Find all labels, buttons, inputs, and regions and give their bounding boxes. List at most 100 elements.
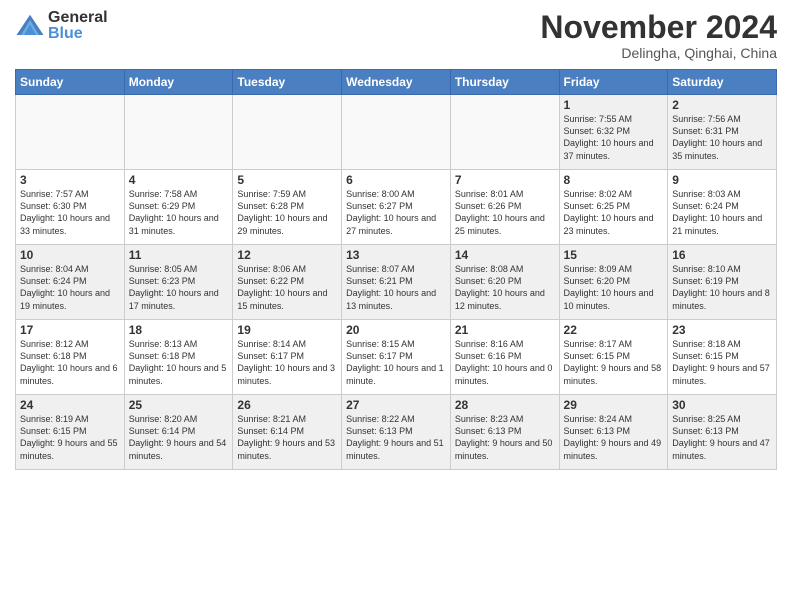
- calendar-cell: 10Sunrise: 8:04 AM Sunset: 6:24 PM Dayli…: [16, 245, 125, 320]
- day-number: 21: [455, 323, 555, 337]
- col-friday: Friday: [559, 70, 668, 95]
- day-info: Sunrise: 8:02 AM Sunset: 6:25 PM Dayligh…: [564, 188, 664, 237]
- day-number: 10: [20, 248, 120, 262]
- title-block: November 2024 Delingha, Qinghai, China: [540, 10, 777, 61]
- calendar-cell: 6Sunrise: 8:00 AM Sunset: 6:27 PM Daylig…: [342, 170, 451, 245]
- calendar-week-3: 10Sunrise: 8:04 AM Sunset: 6:24 PM Dayli…: [16, 245, 777, 320]
- day-number: 26: [237, 398, 337, 412]
- day-info: Sunrise: 8:21 AM Sunset: 6:14 PM Dayligh…: [237, 413, 337, 462]
- day-number: 24: [20, 398, 120, 412]
- col-tuesday: Tuesday: [233, 70, 342, 95]
- calendar-cell: 21Sunrise: 8:16 AM Sunset: 6:16 PM Dayli…: [450, 320, 559, 395]
- day-number: 13: [346, 248, 446, 262]
- day-number: 14: [455, 248, 555, 262]
- calendar-cell: 19Sunrise: 8:14 AM Sunset: 6:17 PM Dayli…: [233, 320, 342, 395]
- day-number: 7: [455, 173, 555, 187]
- calendar-cell: 18Sunrise: 8:13 AM Sunset: 6:18 PM Dayli…: [124, 320, 233, 395]
- calendar-cell: 5Sunrise: 7:59 AM Sunset: 6:28 PM Daylig…: [233, 170, 342, 245]
- day-number: 6: [346, 173, 446, 187]
- day-number: 3: [20, 173, 120, 187]
- day-info: Sunrise: 8:07 AM Sunset: 6:21 PM Dayligh…: [346, 263, 446, 312]
- day-info: Sunrise: 8:04 AM Sunset: 6:24 PM Dayligh…: [20, 263, 120, 312]
- day-info: Sunrise: 7:57 AM Sunset: 6:30 PM Dayligh…: [20, 188, 120, 237]
- calendar-cell: 4Sunrise: 7:58 AM Sunset: 6:29 PM Daylig…: [124, 170, 233, 245]
- calendar-cell: [233, 95, 342, 170]
- day-info: Sunrise: 8:15 AM Sunset: 6:17 PM Dayligh…: [346, 338, 446, 387]
- calendar-cell: [124, 95, 233, 170]
- main-container: General Blue November 2024 Delingha, Qin…: [0, 0, 792, 475]
- calendar-cell: 26Sunrise: 8:21 AM Sunset: 6:14 PM Dayli…: [233, 395, 342, 470]
- month-title: November 2024: [540, 10, 777, 45]
- logo-general: General: [48, 10, 108, 26]
- calendar-cell: 15Sunrise: 8:09 AM Sunset: 6:20 PM Dayli…: [559, 245, 668, 320]
- day-number: 30: [672, 398, 772, 412]
- calendar-cell: 9Sunrise: 8:03 AM Sunset: 6:24 PM Daylig…: [668, 170, 777, 245]
- calendar-cell: [450, 95, 559, 170]
- calendar-cell: 22Sunrise: 8:17 AM Sunset: 6:15 PM Dayli…: [559, 320, 668, 395]
- calendar-cell: 29Sunrise: 8:24 AM Sunset: 6:13 PM Dayli…: [559, 395, 668, 470]
- day-info: Sunrise: 8:08 AM Sunset: 6:20 PM Dayligh…: [455, 263, 555, 312]
- calendar-cell: 16Sunrise: 8:10 AM Sunset: 6:19 PM Dayli…: [668, 245, 777, 320]
- calendar-cell: 12Sunrise: 8:06 AM Sunset: 6:22 PM Dayli…: [233, 245, 342, 320]
- day-info: Sunrise: 8:18 AM Sunset: 6:15 PM Dayligh…: [672, 338, 772, 387]
- col-thursday: Thursday: [450, 70, 559, 95]
- day-info: Sunrise: 8:22 AM Sunset: 6:13 PM Dayligh…: [346, 413, 446, 462]
- day-number: 16: [672, 248, 772, 262]
- day-info: Sunrise: 7:55 AM Sunset: 6:32 PM Dayligh…: [564, 113, 664, 162]
- day-info: Sunrise: 8:17 AM Sunset: 6:15 PM Dayligh…: [564, 338, 664, 387]
- calendar-table: Sunday Monday Tuesday Wednesday Thursday…: [15, 69, 777, 470]
- day-number: 4: [129, 173, 229, 187]
- day-number: 18: [129, 323, 229, 337]
- day-info: Sunrise: 8:12 AM Sunset: 6:18 PM Dayligh…: [20, 338, 120, 387]
- calendar-cell: 14Sunrise: 8:08 AM Sunset: 6:20 PM Dayli…: [450, 245, 559, 320]
- calendar-cell: [16, 95, 125, 170]
- day-number: 11: [129, 248, 229, 262]
- calendar-cell: 30Sunrise: 8:25 AM Sunset: 6:13 PM Dayli…: [668, 395, 777, 470]
- day-info: Sunrise: 8:23 AM Sunset: 6:13 PM Dayligh…: [455, 413, 555, 462]
- calendar-cell: 27Sunrise: 8:22 AM Sunset: 6:13 PM Dayli…: [342, 395, 451, 470]
- day-info: Sunrise: 8:00 AM Sunset: 6:27 PM Dayligh…: [346, 188, 446, 237]
- col-wednesday: Wednesday: [342, 70, 451, 95]
- day-number: 27: [346, 398, 446, 412]
- calendar-cell: 8Sunrise: 8:02 AM Sunset: 6:25 PM Daylig…: [559, 170, 668, 245]
- day-number: 17: [20, 323, 120, 337]
- day-number: 5: [237, 173, 337, 187]
- day-number: 29: [564, 398, 664, 412]
- day-number: 12: [237, 248, 337, 262]
- calendar-cell: 23Sunrise: 8:18 AM Sunset: 6:15 PM Dayli…: [668, 320, 777, 395]
- col-monday: Monday: [124, 70, 233, 95]
- day-number: 19: [237, 323, 337, 337]
- logo-text: General Blue: [48, 10, 108, 42]
- location: Delingha, Qinghai, China: [540, 45, 777, 61]
- day-number: 25: [129, 398, 229, 412]
- logo-icon: [15, 11, 45, 41]
- logo: General Blue: [15, 10, 108, 42]
- day-info: Sunrise: 8:10 AM Sunset: 6:19 PM Dayligh…: [672, 263, 772, 312]
- day-info: Sunrise: 7:58 AM Sunset: 6:29 PM Dayligh…: [129, 188, 229, 237]
- day-info: Sunrise: 8:25 AM Sunset: 6:13 PM Dayligh…: [672, 413, 772, 462]
- calendar-cell: 24Sunrise: 8:19 AM Sunset: 6:15 PM Dayli…: [16, 395, 125, 470]
- day-number: 15: [564, 248, 664, 262]
- header: General Blue November 2024 Delingha, Qin…: [15, 10, 777, 61]
- day-info: Sunrise: 8:13 AM Sunset: 6:18 PM Dayligh…: [129, 338, 229, 387]
- calendar-cell: 17Sunrise: 8:12 AM Sunset: 6:18 PM Dayli…: [16, 320, 125, 395]
- day-info: Sunrise: 8:09 AM Sunset: 6:20 PM Dayligh…: [564, 263, 664, 312]
- calendar-cell: 3Sunrise: 7:57 AM Sunset: 6:30 PM Daylig…: [16, 170, 125, 245]
- day-info: Sunrise: 8:24 AM Sunset: 6:13 PM Dayligh…: [564, 413, 664, 462]
- day-info: Sunrise: 8:05 AM Sunset: 6:23 PM Dayligh…: [129, 263, 229, 312]
- day-number: 9: [672, 173, 772, 187]
- day-info: Sunrise: 8:19 AM Sunset: 6:15 PM Dayligh…: [20, 413, 120, 462]
- day-info: Sunrise: 8:06 AM Sunset: 6:22 PM Dayligh…: [237, 263, 337, 312]
- calendar-week-1: 1Sunrise: 7:55 AM Sunset: 6:32 PM Daylig…: [16, 95, 777, 170]
- calendar-week-4: 17Sunrise: 8:12 AM Sunset: 6:18 PM Dayli…: [16, 320, 777, 395]
- calendar-week-2: 3Sunrise: 7:57 AM Sunset: 6:30 PM Daylig…: [16, 170, 777, 245]
- day-number: 23: [672, 323, 772, 337]
- calendar-cell: 11Sunrise: 8:05 AM Sunset: 6:23 PM Dayli…: [124, 245, 233, 320]
- day-info: Sunrise: 8:01 AM Sunset: 6:26 PM Dayligh…: [455, 188, 555, 237]
- day-info: Sunrise: 8:20 AM Sunset: 6:14 PM Dayligh…: [129, 413, 229, 462]
- header-row: Sunday Monday Tuesday Wednesday Thursday…: [16, 70, 777, 95]
- day-number: 20: [346, 323, 446, 337]
- calendar-cell: 25Sunrise: 8:20 AM Sunset: 6:14 PM Dayli…: [124, 395, 233, 470]
- day-info: Sunrise: 8:14 AM Sunset: 6:17 PM Dayligh…: [237, 338, 337, 387]
- col-sunday: Sunday: [16, 70, 125, 95]
